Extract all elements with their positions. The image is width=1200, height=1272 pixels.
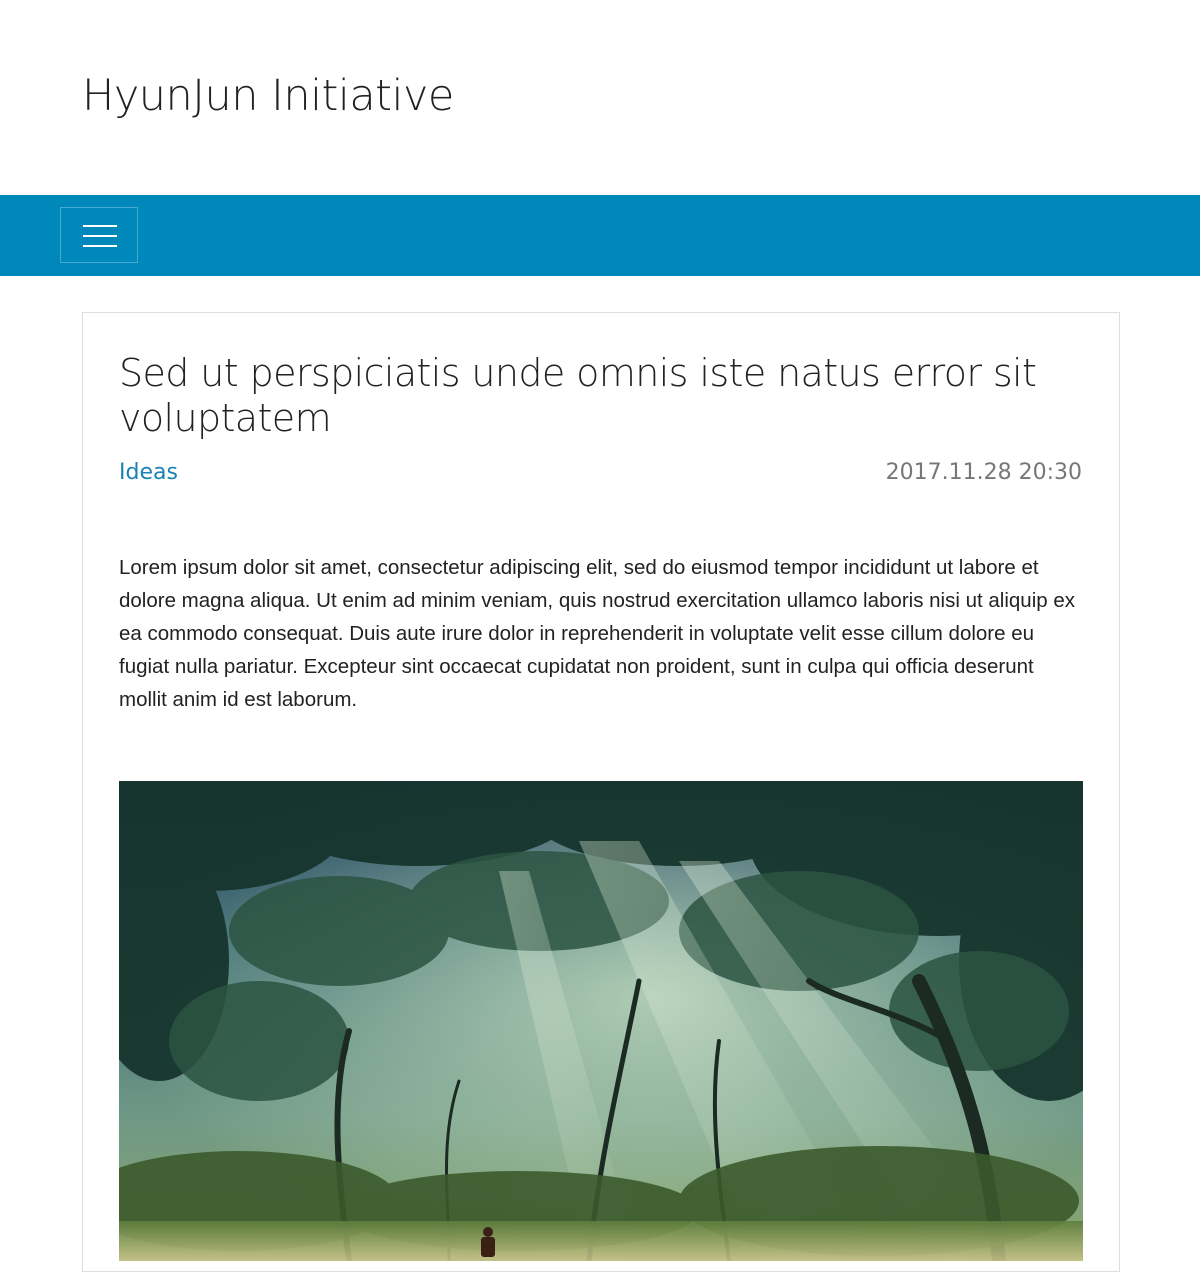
menu-toggle-button[interactable] — [60, 207, 138, 263]
post-card: Sed ut perspiciatis unde omnis iste natu… — [82, 312, 1120, 1272]
hamburger-menu-icon — [83, 224, 117, 248]
site-header: HyunJun Initiative — [0, 0, 1200, 195]
post-title[interactable]: Sed ut perspiciatis unde omnis iste natu… — [119, 351, 1079, 441]
post-body: Lorem ipsum dolor sit amet, consectetur … — [119, 556, 1076, 711]
post-category-link[interactable]: Ideas — [119, 459, 178, 487]
site-title[interactable]: HyunJun Initiative — [82, 70, 454, 122]
post-image-forest — [119, 781, 1083, 1261]
post-date: 2017.11.28 20:30 — [885, 460, 1082, 485]
navbar — [0, 195, 1200, 276]
